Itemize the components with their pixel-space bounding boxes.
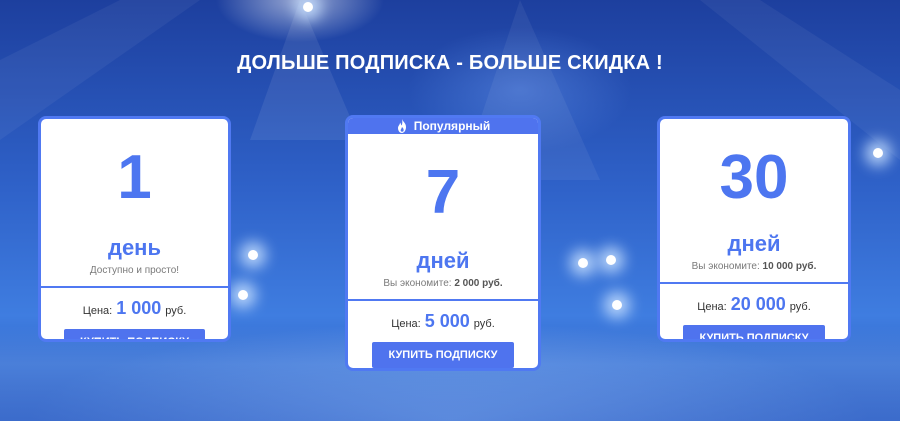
savings-amount: 2 000 руб. [454, 278, 503, 289]
popular-badge: Популярный [348, 118, 538, 134]
plan-duration-unit: день [107, 235, 161, 260]
card-divider [41, 286, 228, 288]
stadium-light [303, 2, 313, 12]
savings-label: Вы экономите: [383, 278, 452, 289]
plan-card-30-days: 30 дней Вы экономите: 10 000 руб. Цена: … [657, 116, 851, 342]
stadium-light [248, 250, 258, 260]
stadium-light [238, 290, 248, 300]
plan-duration-unit: дней [727, 231, 781, 256]
card-divider [660, 282, 848, 284]
plan-duration-number: 1 [117, 143, 152, 212]
price-amount: 5 000 [424, 311, 470, 331]
plan-duration-number: 30 [719, 143, 789, 212]
price-currency: руб. [789, 301, 811, 313]
stadium-light [606, 255, 616, 265]
buy-subscription-button[interactable]: КУПИТЬ ПОДПИСКУ [63, 329, 206, 339]
plan-card-1-day: 1 день Доступно и просто! Цена: 1 000 ру… [38, 116, 231, 342]
flame-icon [397, 119, 406, 133]
savings-amount: 10 000 руб. [762, 261, 817, 272]
stadium-light [578, 258, 588, 268]
price-currency: руб. [165, 305, 187, 317]
buy-subscription-button[interactable]: КУПИТЬ ПОДПИСКУ [372, 342, 514, 368]
price-label: Цена: [82, 305, 113, 317]
price-amount: 1 000 [116, 298, 162, 318]
plan-duration-number: 7 [425, 158, 461, 227]
plan-price: Цена: 1 000 руб. [83, 298, 187, 319]
stadium-light [873, 148, 883, 158]
savings-label: Вы экономите: [691, 261, 760, 272]
buy-subscription-button[interactable]: КУПИТЬ ПОДПИСКУ [683, 325, 825, 339]
stadium-light [612, 300, 622, 310]
plan-card-7-days: Популярный 7 дней Вы экономите: 2 000 ру… [345, 115, 541, 371]
price-label: Цена: [697, 301, 727, 313]
card-divider [348, 299, 538, 301]
plan-savings: Вы экономите: 10 000 руб. [692, 261, 817, 272]
plan-price: Цена: 20 000 руб. [697, 294, 811, 315]
plan-savings: Вы экономите: 2 000 руб. [383, 278, 502, 289]
plan-price: Цена: 5 000 руб. [391, 311, 495, 332]
page-title: ДОЛЬШЕ ПОДПИСКА - БОЛЬШЕ СКИДКА ! [237, 52, 663, 74]
price-label: Цена: [391, 318, 421, 330]
plan-subtitle: Доступно и просто! [89, 265, 180, 276]
popular-badge-label: Популярный [413, 119, 491, 133]
price-amount: 20 000 [730, 294, 786, 314]
price-currency: руб. [473, 318, 495, 330]
plan-duration-unit: дней [416, 248, 470, 273]
